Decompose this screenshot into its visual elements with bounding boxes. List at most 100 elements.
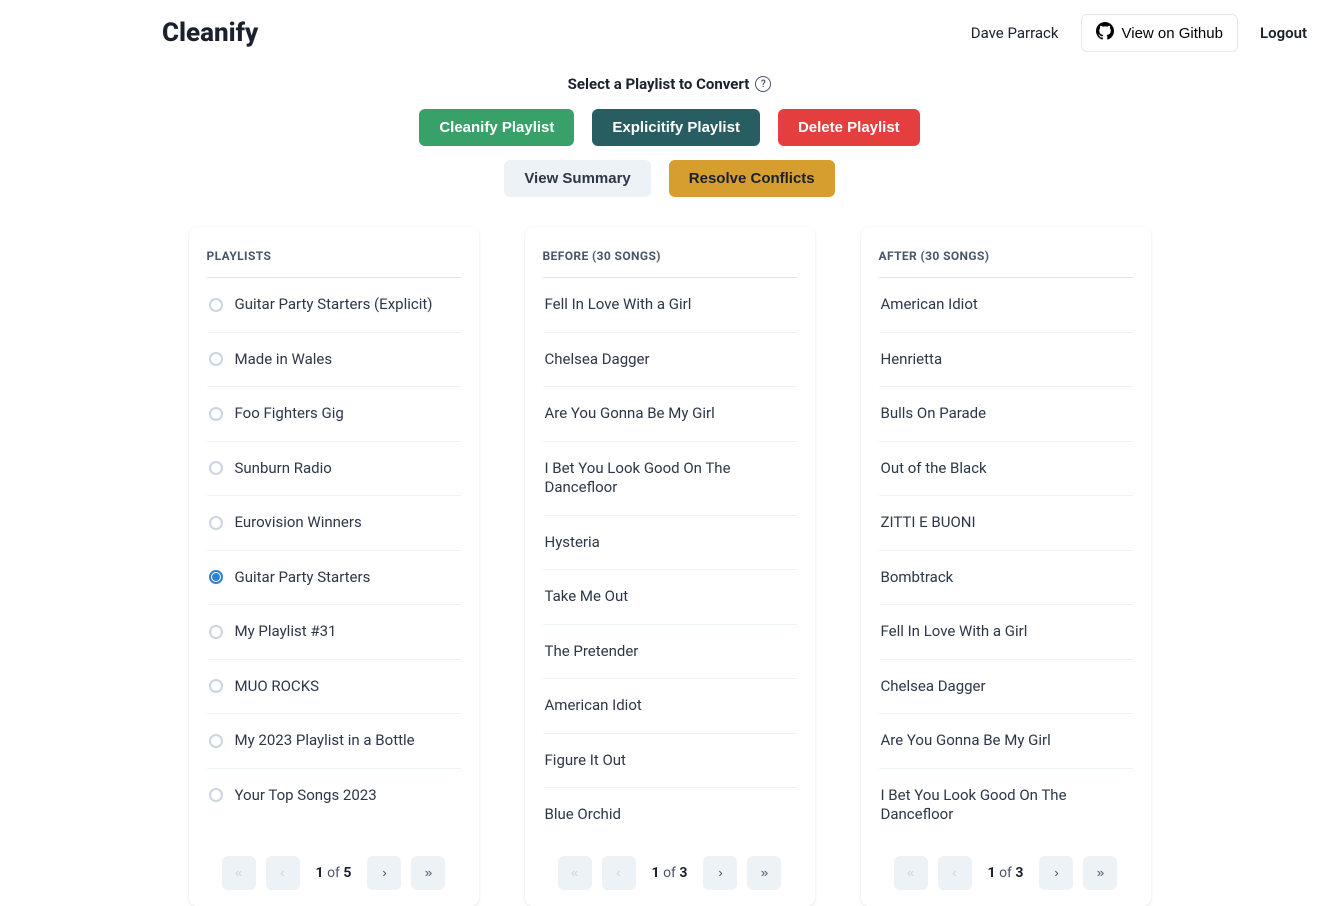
chevron-double-left-icon: « [235, 865, 242, 880]
before-first-page[interactable]: « [558, 856, 592, 890]
radio-icon[interactable] [209, 298, 223, 312]
radio-icon[interactable] [209, 352, 223, 366]
radio-icon[interactable] [209, 461, 223, 475]
playlist-item[interactable]: Foo Fighters Gig [207, 387, 461, 442]
after-page-indicator: 1 of 3 [982, 865, 1030, 881]
song-item-label: Take Me Out [545, 587, 629, 607]
song-item-label: The Pretender [545, 642, 639, 662]
playlists-card: PLAYLISTS Guitar Party Starters (Explici… [189, 227, 479, 906]
github-button-label: View on Github [1122, 25, 1223, 42]
view-summary-button[interactable]: View Summary [504, 160, 650, 197]
song-item: The Pretender [543, 625, 797, 680]
song-item: Are You Gonna Be My Girl [543, 387, 797, 442]
song-item: Blue Orchid [543, 788, 797, 842]
explicitify-button[interactable]: Explicitify Playlist [592, 109, 760, 146]
after-last-page[interactable]: » [1083, 856, 1117, 890]
playlists-next-page[interactable]: › [367, 856, 401, 890]
chevron-left-icon: ‹ [616, 865, 620, 880]
playlist-item[interactable]: My Playlist #31 [207, 605, 461, 660]
song-item-label: I Bet You Look Good On The Dancefloor [881, 786, 1131, 825]
delete-button[interactable]: Delete Playlist [778, 109, 920, 146]
song-item-label: Fell In Love With a Girl [881, 622, 1028, 642]
song-item: Out of the Black [879, 442, 1133, 497]
playlists-page-indicator: 1 of 5 [310, 865, 358, 881]
page-title: Select a Playlist to Convert [568, 75, 750, 93]
song-item: American Idiot [543, 679, 797, 734]
before-page-indicator: 1 of 3 [646, 865, 694, 881]
song-item: Chelsea Dagger [543, 333, 797, 388]
resolve-conflicts-button[interactable]: Resolve Conflicts [669, 160, 835, 197]
chevron-double-right-icon: » [1097, 865, 1104, 880]
radio-icon[interactable] [209, 625, 223, 639]
chevron-double-right-icon: » [425, 865, 432, 880]
user-name: Dave Parrack [971, 24, 1059, 42]
playlist-item[interactable]: Your Top Songs 2023 [207, 769, 461, 823]
chevron-left-icon: ‹ [280, 865, 284, 880]
playlist-item-label: Made in Wales [235, 350, 333, 370]
before-last-page[interactable]: » [747, 856, 781, 890]
brand-logo: Cleanify [32, 18, 258, 48]
song-item: Take Me Out [543, 570, 797, 625]
playlist-item[interactable]: Eurovision Winners [207, 496, 461, 551]
github-button[interactable]: View on Github [1081, 14, 1238, 52]
radio-icon[interactable] [209, 734, 223, 748]
radio-icon[interactable] [209, 679, 223, 693]
song-item: Bombtrack [879, 551, 1133, 606]
playlists-prev-page[interactable]: ‹ [266, 856, 300, 890]
playlist-item[interactable]: MUO ROCKS [207, 660, 461, 715]
radio-icon[interactable] [209, 788, 223, 802]
playlist-item-label: Sunburn Radio [235, 459, 332, 479]
logout-button[interactable]: Logout [1260, 24, 1307, 42]
playlist-item[interactable]: Guitar Party Starters (Explicit) [207, 278, 461, 333]
playlist-item[interactable]: Sunburn Radio [207, 442, 461, 497]
radio-icon[interactable] [209, 407, 223, 421]
playlists-last-page[interactable]: » [411, 856, 445, 890]
song-item: Fell In Love With a Girl [879, 605, 1133, 660]
playlist-item[interactable]: Made in Wales [207, 333, 461, 388]
github-icon [1096, 22, 1114, 44]
playlists-header: PLAYLISTS [207, 249, 461, 278]
after-first-page[interactable]: « [894, 856, 928, 890]
before-next-page[interactable]: › [703, 856, 737, 890]
song-item-label: Fell In Love With a Girl [545, 295, 692, 315]
song-item-label: Are You Gonna Be My Girl [881, 731, 1051, 751]
chevron-right-icon: › [718, 865, 722, 880]
playlist-item-label: My 2023 Playlist in a Bottle [235, 731, 415, 751]
chevron-double-left-icon: « [907, 865, 914, 880]
chevron-left-icon: ‹ [952, 865, 956, 880]
song-item-label: Hysteria [545, 533, 600, 553]
song-item-label: Figure It Out [545, 751, 626, 771]
song-item: ZITTI E BUONI [879, 496, 1133, 551]
before-header: BEFORE (30 SONGS) [543, 249, 797, 278]
song-item: I Bet You Look Good On The Dancefloor [879, 769, 1133, 842]
playlist-item[interactable]: My 2023 Playlist in a Bottle [207, 714, 461, 769]
song-item: I Bet You Look Good On The Dancefloor [543, 442, 797, 516]
chevron-double-left-icon: « [571, 865, 578, 880]
before-prev-page[interactable]: ‹ [602, 856, 636, 890]
song-item-label: ZITTI E BUONI [881, 513, 976, 533]
after-prev-page[interactable]: ‹ [938, 856, 972, 890]
radio-icon[interactable] [209, 570, 223, 584]
song-item: Henrietta [879, 333, 1133, 388]
playlist-item-label: MUO ROCKS [235, 677, 320, 697]
playlist-item-label: Your Top Songs 2023 [235, 786, 377, 806]
song-item-label: I Bet You Look Good On The Dancefloor [545, 459, 795, 498]
song-item-label: American Idiot [881, 295, 978, 315]
playlists-first-page[interactable]: « [222, 856, 256, 890]
playlist-item[interactable]: Guitar Party Starters [207, 551, 461, 606]
cleanify-button[interactable]: Cleanify Playlist [419, 109, 574, 146]
song-item-label: Bombtrack [881, 568, 954, 588]
song-item-label: Chelsea Dagger [545, 350, 650, 370]
song-item-label: American Idiot [545, 696, 642, 716]
song-item-label: Bulls On Parade [881, 404, 987, 424]
playlist-item-label: Eurovision Winners [235, 513, 362, 533]
playlist-item-label: My Playlist #31 [235, 622, 337, 642]
song-item: Fell In Love With a Girl [543, 278, 797, 333]
chevron-right-icon: › [382, 865, 386, 880]
help-icon[interactable]: ? [755, 76, 771, 92]
chevron-double-right-icon: » [761, 865, 768, 880]
after-card: AFTER (30 SONGS) American IdiotHenrietta… [861, 227, 1151, 906]
song-item-label: Chelsea Dagger [881, 677, 986, 697]
after-next-page[interactable]: › [1039, 856, 1073, 890]
radio-icon[interactable] [209, 516, 223, 530]
